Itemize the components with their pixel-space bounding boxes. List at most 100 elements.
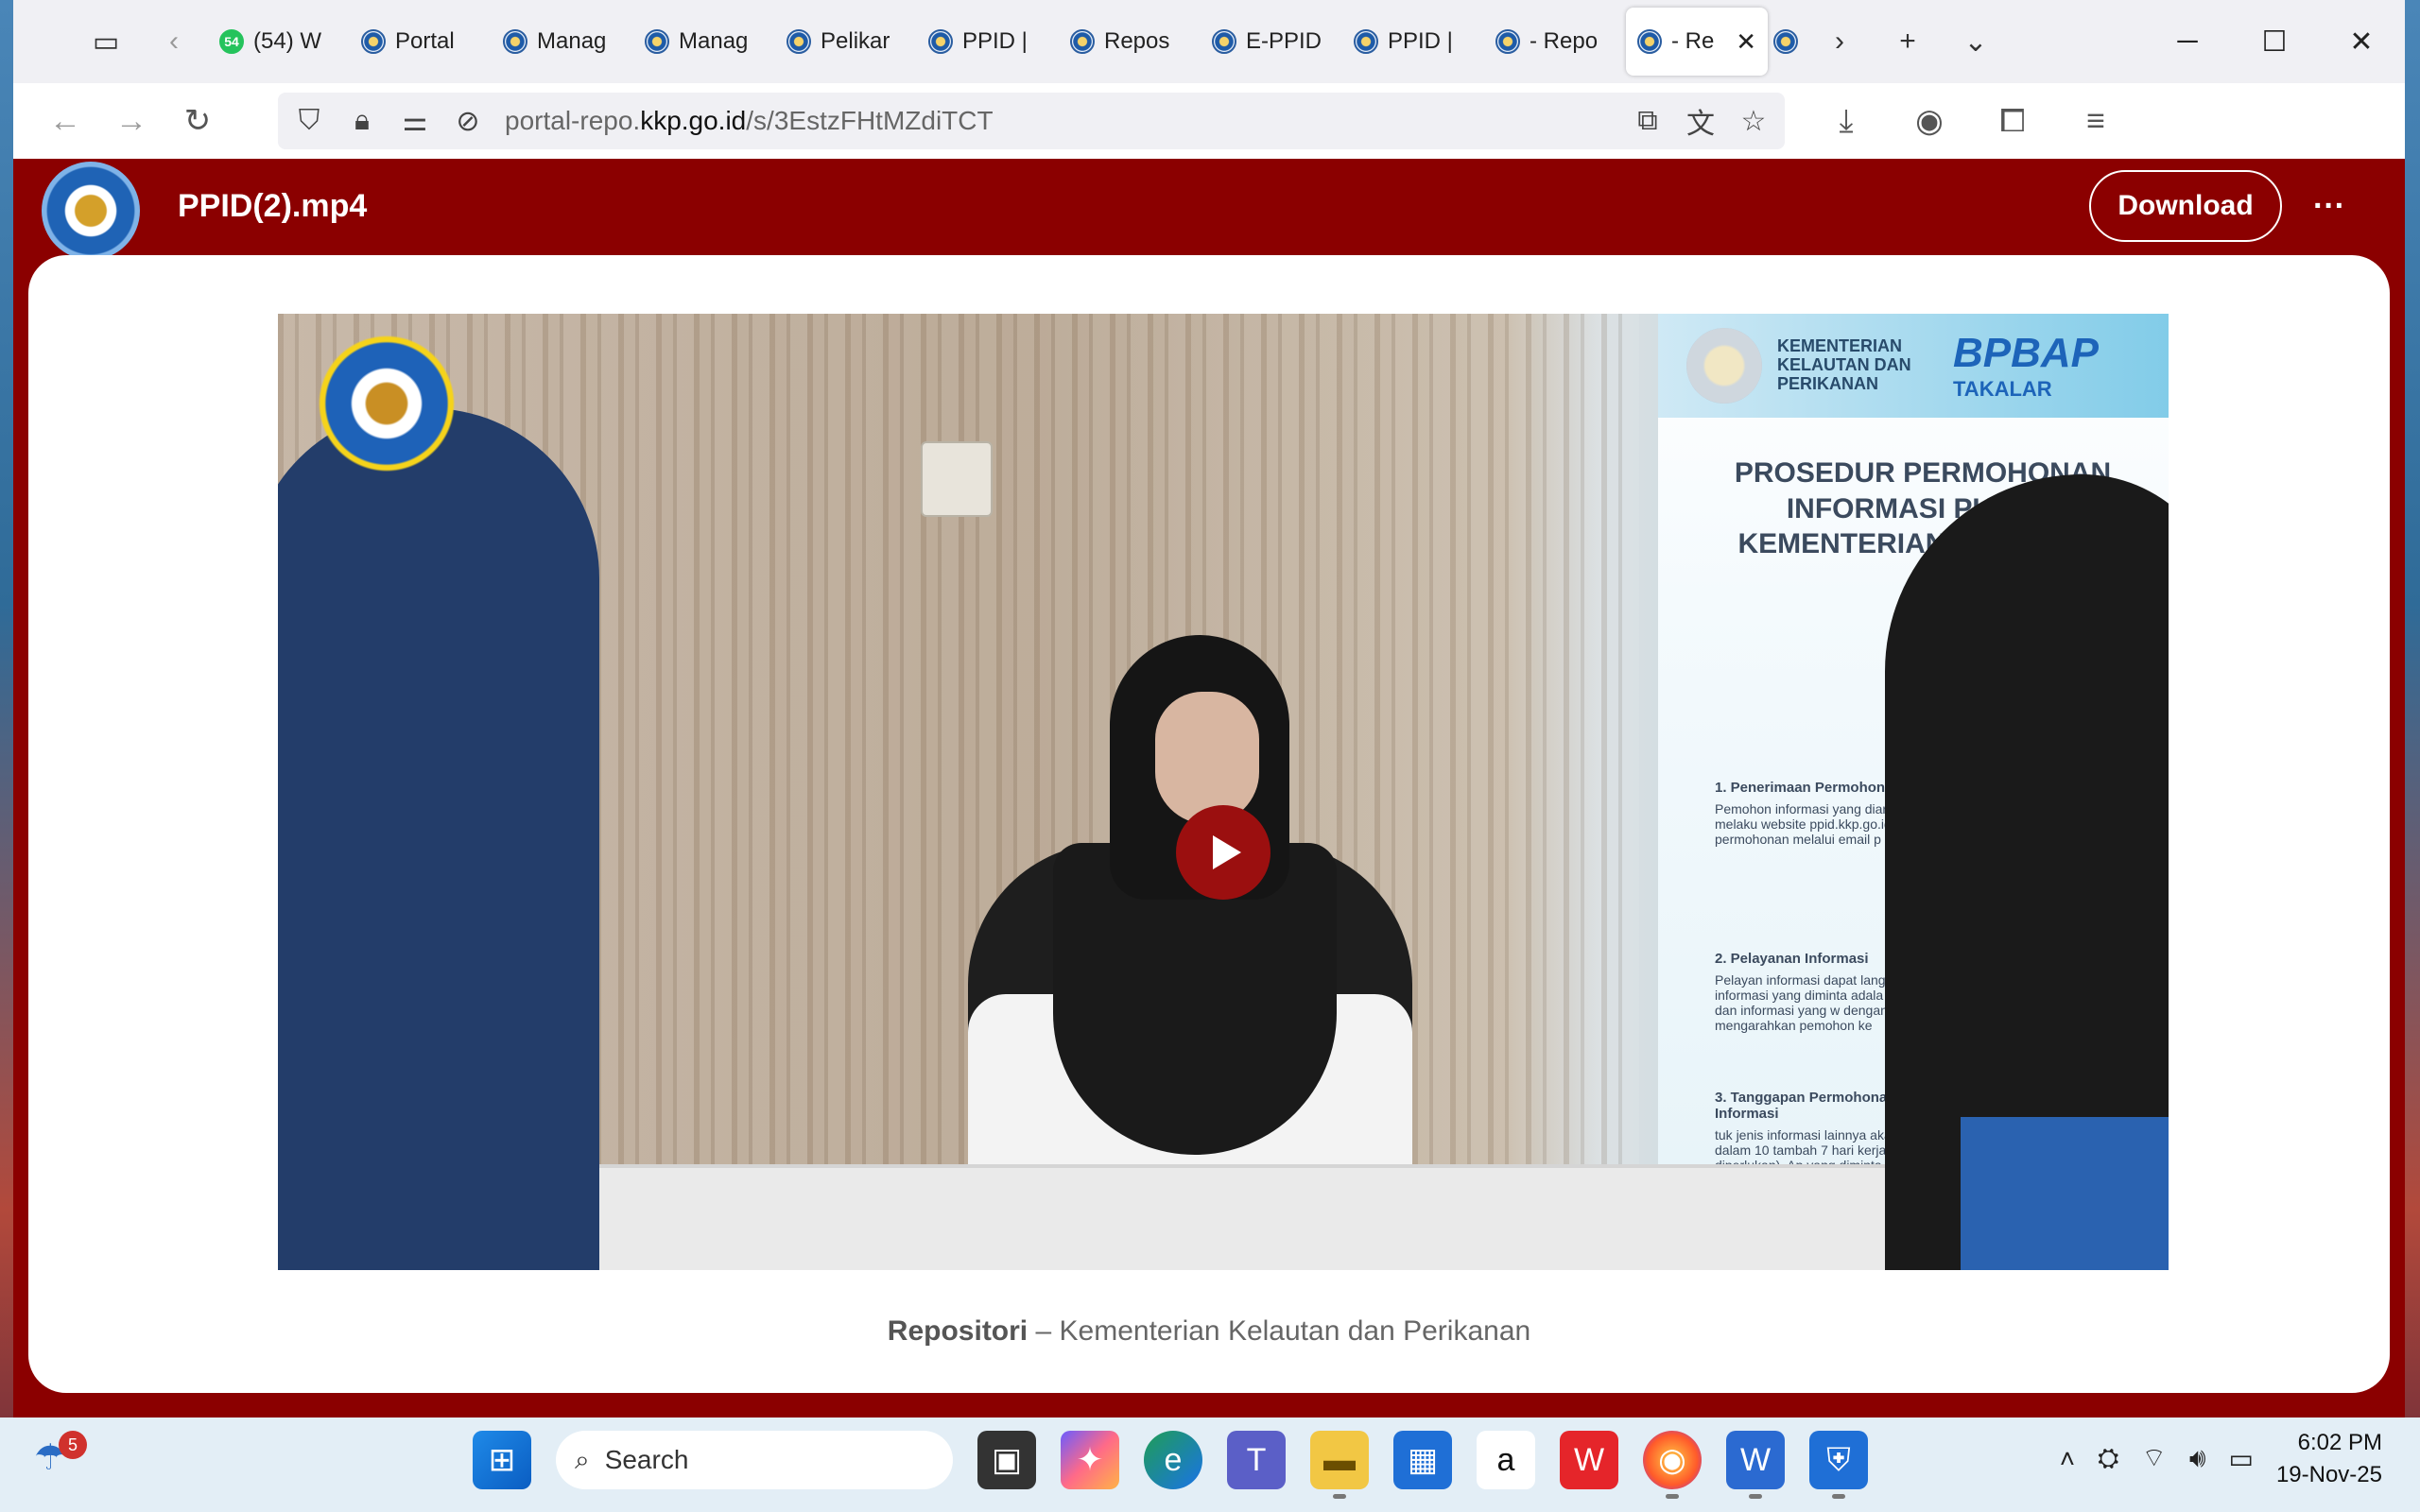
- tab-label: (54) W: [253, 28, 321, 54]
- tab-repos[interactable]: Repos: [1059, 8, 1201, 76]
- microsoft-store-icon[interactable]: ▦: [1393, 1431, 1452, 1489]
- taskbar: ☂ 5 ⊞ ⌕ Search ▣ ✦ e T ▬ ▦ a W ◉ W ⛨ ˄ ⛭…: [0, 1418, 2420, 1512]
- banner-sub: TAKALAR: [1953, 377, 2052, 401]
- downloads-icon[interactable]: ⤓: [1813, 93, 1879, 149]
- translate-icon[interactable]: 文: [1685, 100, 1717, 142]
- play-icon[interactable]: [1176, 805, 1270, 900]
- kkp-logo-icon: [1637, 29, 1662, 54]
- tab-label: Repos: [1104, 28, 1170, 54]
- more-options-icon[interactable]: ···: [2282, 188, 2377, 225]
- reload-icon[interactable]: ↻: [164, 93, 231, 149]
- network-security-icon[interactable]: ⛭: [2098, 1443, 2118, 1474]
- tab-repo[interactable]: - Repo: [1484, 8, 1626, 76]
- list-tabs-icon[interactable]: ⌄: [1942, 8, 2010, 76]
- tab-label: Manag: [537, 28, 607, 54]
- amazon-icon[interactable]: a: [1477, 1431, 1535, 1489]
- kkp-logo-icon: [1070, 29, 1095, 54]
- search-placeholder: Search: [604, 1445, 689, 1474]
- scroll-tabs-left-icon[interactable]: ‹: [140, 8, 208, 76]
- edge-icon[interactable]: e: [1144, 1431, 1202, 1489]
- teams-icon[interactable]: T: [1227, 1431, 1286, 1489]
- battery-icon[interactable]: ▭: [2228, 1443, 2253, 1474]
- show-hidden-icons-icon[interactable]: ˄: [2060, 1444, 2075, 1474]
- shield-icon[interactable]: ⛉: [293, 105, 325, 137]
- account-icon[interactable]: ◉: [1896, 93, 1962, 149]
- kkp-logo-icon: [1212, 29, 1236, 54]
- taskbar-apps: ⊞ ⌕ Search ▣ ✦ e T ▬ ▦ a W ◉ W ⛨: [473, 1431, 1868, 1499]
- kkp-logo-icon: [361, 29, 386, 54]
- caption-bold: Repositori: [887, 1315, 1028, 1347]
- task-view-icon[interactable]: ▣: [977, 1431, 1036, 1489]
- download-button[interactable]: Download: [2089, 170, 2282, 242]
- banner-brand-block: BPBAP TAKALAR: [1953, 330, 2099, 402]
- new-tab-icon[interactable]: +: [1874, 8, 1942, 76]
- whatsapp-icon: 54: [219, 29, 244, 54]
- security-shield-icon[interactable]: ⛨: [1809, 1431, 1868, 1499]
- tab-ppid-2[interactable]: PPID |: [1342, 8, 1484, 76]
- lock-icon[interactable]: 🔒︎: [346, 105, 378, 137]
- tab-label: PPID |: [1388, 28, 1453, 54]
- url-path: /s/3EstzFHtMZdiTCT: [746, 106, 994, 135]
- menu-icon[interactable]: ≡: [2063, 93, 2129, 149]
- kkp-logo-icon: [786, 29, 811, 54]
- wifi-icon[interactable]: ⌔: [2142, 1442, 2167, 1475]
- browser-window: ▭ ‹ 54 (54) W Portal Manag Manag Pelikar…: [13, 0, 2405, 1418]
- file-explorer-icon[interactable]: ▬: [1310, 1431, 1369, 1499]
- table: [543, 1164, 1961, 1270]
- tab-label: Portal: [395, 28, 455, 54]
- picture-in-picture-icon[interactable]: ⧉: [1632, 105, 1664, 137]
- banner-logo: [1686, 328, 1762, 404]
- windows-start-icon[interactable]: ⊞: [473, 1431, 531, 1489]
- tab-whatsapp[interactable]: 54 (54) W: [208, 8, 350, 76]
- person-right: [1885, 474, 2169, 1270]
- system-tray: ˄ ⛭ ⌔ 🔊︎ ▭ 6:02 PM 19-Nov-25: [2060, 1427, 2382, 1490]
- minimize-icon[interactable]: ─: [2144, 0, 2231, 83]
- taskbar-search[interactable]: ⌕ Search: [556, 1431, 953, 1489]
- tab-partial[interactable]: [1768, 8, 1806, 76]
- word-icon[interactable]: W: [1726, 1431, 1785, 1499]
- person-right-shirt: [1961, 1117, 2169, 1270]
- tab-label: - Re: [1671, 28, 1715, 54]
- weather-badge: 5: [59, 1431, 87, 1459]
- content-card: KEMENTERIAN KELAUTAN DAN PERIKANAN BPBAP…: [28, 255, 2390, 1393]
- url-text[interactable]: portal-repo.kkp.go.id/s/3EstzFHtMZdiTCT: [505, 106, 1611, 136]
- page-header: PPID(2).mp4 Download ···: [13, 159, 2405, 260]
- firefox-icon[interactable]: ◉: [1643, 1431, 1702, 1499]
- tab-manage-1[interactable]: Manag: [492, 8, 633, 76]
- video-watermark-logo: [316, 333, 458, 474]
- tab-manage-2[interactable]: Manag: [633, 8, 775, 76]
- clock[interactable]: 6:02 PM 19-Nov-25: [2276, 1427, 2382, 1490]
- tab-pelikan[interactable]: Pelikar: [775, 8, 917, 76]
- close-tab-icon[interactable]: ✕: [1736, 27, 1756, 57]
- tab-portal[interactable]: Portal: [350, 8, 492, 76]
- forward-icon[interactable]: →: [98, 93, 164, 149]
- window-controls: ─ ☐ ✕: [2144, 0, 2405, 83]
- tab-bar: ▭ ‹ 54 (54) W Portal Manag Manag Pelikar…: [13, 0, 2405, 83]
- tracking-blocked-icon[interactable]: ⊘: [452, 105, 484, 138]
- tab-label: E-PPID: [1246, 28, 1322, 54]
- bookmark-star-icon[interactable]: ☆: [1737, 105, 1770, 138]
- page-title: PPID(2).mp4: [178, 187, 368, 224]
- banner-brand: BPBAP: [1953, 330, 2100, 376]
- permissions-icon[interactable]: ⚌: [399, 105, 431, 138]
- video-player[interactable]: KEMENTERIAN KELAUTAN DAN PERIKANAN BPBAP…: [278, 314, 2169, 1270]
- kkp-logo-icon: [1773, 29, 1798, 54]
- close-window-icon[interactable]: ✕: [2318, 0, 2405, 83]
- copilot-icon[interactable]: ✦: [1061, 1431, 1119, 1489]
- scroll-tabs-right-icon[interactable]: ›: [1806, 8, 1874, 76]
- back-icon[interactable]: ←: [32, 93, 98, 149]
- wps-office-icon[interactable]: W: [1560, 1431, 1618, 1489]
- extensions-icon[interactable]: ⧠: [1979, 93, 2046, 149]
- page-content: PPID(2).mp4 Download ··· KEMENTERIAN KEL…: [13, 159, 2405, 1418]
- tab-label: Manag: [679, 28, 749, 54]
- maximize-icon[interactable]: ☐: [2231, 0, 2318, 83]
- tab-active[interactable]: - Re ✕: [1626, 8, 1768, 76]
- volume-icon[interactable]: 🔊︎: [2189, 1443, 2206, 1474]
- tab-ppid-1[interactable]: PPID |: [917, 8, 1059, 76]
- clock-time: 6:02 PM: [2297, 1430, 2382, 1455]
- address-bar[interactable]: ⛉ 🔒︎ ⚌ ⊘ portal-repo.kkp.go.id/s/3EstzFH…: [278, 93, 1785, 149]
- clock-date: 19-Nov-25: [2275, 1461, 2382, 1487]
- banner-header: KEMENTERIAN KELAUTAN DAN PERIKANAN BPBAP…: [1658, 314, 2169, 418]
- tab-overview-icon[interactable]: ▭: [72, 8, 140, 76]
- tab-eppid[interactable]: E-PPID: [1201, 8, 1342, 76]
